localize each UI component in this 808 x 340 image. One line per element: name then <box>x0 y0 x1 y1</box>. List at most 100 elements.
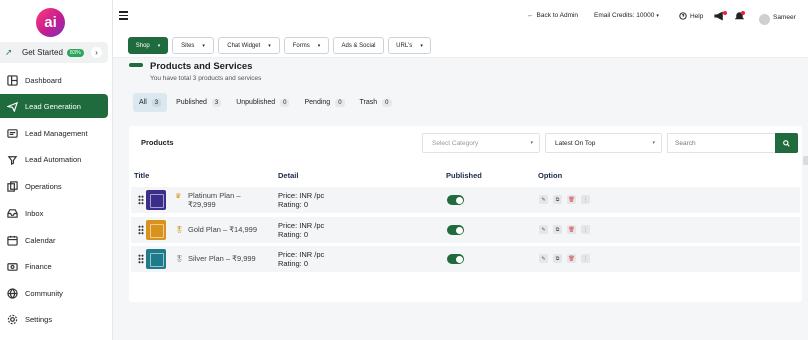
category-select[interactable]: Select Category ▾ <box>422 133 540 153</box>
delete-icon[interactable]: 🗑 <box>567 225 576 234</box>
help-link[interactable]: Help <box>679 12 703 20</box>
shop-button[interactable]: Shop ▾ <box>128 37 168 54</box>
search-input[interactable] <box>667 133 775 153</box>
chat-widget-label: Chat Widget <box>227 42 261 49</box>
user-name[interactable]: Sameer <box>773 14 796 21</box>
edit-icon[interactable]: ✎ <box>539 195 548 204</box>
tab-count: 3 <box>151 98 162 107</box>
sidebar-item-community[interactable]: Community <box>0 282 108 304</box>
more-options-icon[interactable]: ⋮ <box>581 225 590 234</box>
published-toggle[interactable] <box>447 254 464 264</box>
chat-widget-button[interactable]: Chat Widget ▾ <box>218 37 280 54</box>
edit-icon[interactable]: ✎ <box>539 225 548 234</box>
copy-icon[interactable]: ⧉ <box>553 225 562 234</box>
tab-unpublished[interactable]: Unpublished 0 <box>230 93 295 112</box>
tab-label: Trash <box>359 99 378 106</box>
copy-icon[interactable]: ⧉ <box>553 254 562 263</box>
delete-icon[interactable]: 🗑 <box>567 254 576 263</box>
sidebar-item-label: Lead Generation <box>25 101 81 111</box>
rocket-icon: ➚ <box>5 47 13 57</box>
product-price: Price: INR /pc <box>278 221 325 230</box>
delete-icon[interactable]: 🗑 <box>567 195 576 204</box>
lead-management-icon <box>6 127 18 139</box>
table-row[interactable]: ♛ Platinum Plan – ₹29,999 Price: INR /pc… <box>131 187 800 213</box>
urls-button[interactable]: URL's ▾ <box>388 37 431 54</box>
tab-count: 0 <box>382 98 392 107</box>
tab-pending[interactable]: Pending 0 <box>298 93 350 112</box>
sidebar-item-label: Lead Management <box>25 128 88 138</box>
tab-trash[interactable]: Trash 0 <box>354 93 398 112</box>
forms-label: Forms <box>292 42 310 49</box>
sidebar: ai ➚ Get Started 83% › Dashboard Lead Ge… <box>0 0 113 340</box>
sidebar-item-lead-generation[interactable]: Lead Generation <box>0 94 108 118</box>
page-title: Products and Services <box>150 61 253 72</box>
help-icon <box>679 12 687 20</box>
sites-button[interactable]: Sites ▾ <box>172 37 214 54</box>
tab-all[interactable]: All 3 <box>133 93 168 112</box>
progress-badge: 83% <box>66 48 84 57</box>
product-thumbnail <box>146 249 166 269</box>
chevron-right-icon[interactable]: › <box>91 47 102 58</box>
sidebar-item-label: Lead Automation <box>25 154 82 164</box>
megaphone-icon[interactable] <box>714 11 727 21</box>
sidebar-item-lead-management[interactable]: Lead Management <box>0 122 108 144</box>
caret-down-icon: ▾ <box>652 140 655 146</box>
tab-count: 3 <box>211 98 222 107</box>
product-name[interactable]: Gold Plan – ₹14,999 <box>188 225 268 234</box>
sidebar-item-label: Community <box>25 288 63 298</box>
edit-icon[interactable]: ✎ <box>539 254 548 263</box>
products-card: Products Select Category ▾ Latest On Top… <box>129 126 802 302</box>
finance-icon <box>6 260 18 272</box>
published-toggle[interactable] <box>447 195 464 205</box>
tab-label: Pending <box>304 99 331 106</box>
top-bar: ← Back to Admin Email Credits: 10000 ▾ H… <box>113 0 808 34</box>
table-row[interactable]: 🎖 Gold Plan – ₹14,999 Price: INR /pc Rat… <box>131 217 800 243</box>
email-credits-dropdown[interactable]: Email Credits: 10000 ▾ <box>594 12 659 19</box>
sidebar-item-finance[interactable]: Finance <box>0 255 108 277</box>
sidebar-item-operations[interactable]: Operations <box>0 175 108 197</box>
more-options-icon[interactable]: ⋮ <box>581 195 590 204</box>
sidebar-item-lead-automation[interactable]: Lead Automation <box>0 148 108 170</box>
table-row[interactable]: 🎖 Silver Plan – ₹9,999 Price: INR /pc Ra… <box>131 246 800 272</box>
product-name[interactable]: Platinum Plan – ₹29,999 <box>188 191 268 209</box>
operations-icon <box>6 180 18 192</box>
sort-select[interactable]: Latest On Top ▾ <box>545 133 662 153</box>
lead-automation-icon <box>6 153 18 165</box>
avatar[interactable] <box>759 14 770 25</box>
app-logo[interactable]: ai <box>36 8 65 37</box>
menu-icon[interactable] <box>119 11 128 22</box>
forms-button[interactable]: Forms ▾ <box>284 37 329 54</box>
product-price: Price: INR /pc <box>278 191 325 200</box>
drag-handle-icon[interactable] <box>138 195 144 205</box>
published-toggle[interactable] <box>447 225 464 235</box>
scroll-handle[interactable] <box>803 156 808 165</box>
product-name[interactable]: Silver Plan – ₹9,999 <box>188 254 268 263</box>
ads-social-button[interactable]: Ads & Social <box>333 37 384 54</box>
drag-handle-icon[interactable] <box>138 225 144 235</box>
ads-social-label: Ads & Social <box>341 42 376 49</box>
tab-published[interactable]: Published 3 <box>170 93 227 112</box>
get-started-button[interactable]: ➚ Get Started 83% › <box>0 42 108 63</box>
help-label: Help <box>690 12 704 20</box>
sidebar-item-inbox[interactable]: Inbox <box>0 202 108 224</box>
search-button[interactable] <box>775 133 798 153</box>
copy-icon[interactable]: ⧉ <box>553 195 562 204</box>
search-icon <box>783 139 790 147</box>
back-to-admin-link[interactable]: ← Back to Admin <box>527 12 578 19</box>
product-price: Price: INR /pc <box>278 250 325 259</box>
status-tabs: All 3 Published 3 Unpublished 0 Pending … <box>133 93 401 112</box>
sidebar-item-label: Dashboard <box>25 75 62 85</box>
sidebar-item-calendar[interactable]: Calendar <box>0 229 108 251</box>
sidebar-item-settings[interactable]: Settings <box>0 308 108 330</box>
email-credits-label: Email Credits: 10000 <box>594 12 655 19</box>
sidebar-item-dashboard[interactable]: Dashboard <box>0 69 108 91</box>
drag-handle-icon[interactable] <box>138 254 144 264</box>
bell-icon[interactable] <box>735 11 745 21</box>
caret-down-icon: ▾ <box>317 42 321 49</box>
more-options-icon[interactable]: ⋮ <box>581 254 590 263</box>
lead-generation-icon <box>6 100 18 112</box>
products-heading: Products <box>141 138 174 147</box>
product-detail: Price: INR /pc Rating: 0 <box>278 250 324 268</box>
column-header-title: Title <box>134 171 150 180</box>
back-to-admin-label: Back to Admin <box>536 12 579 19</box>
